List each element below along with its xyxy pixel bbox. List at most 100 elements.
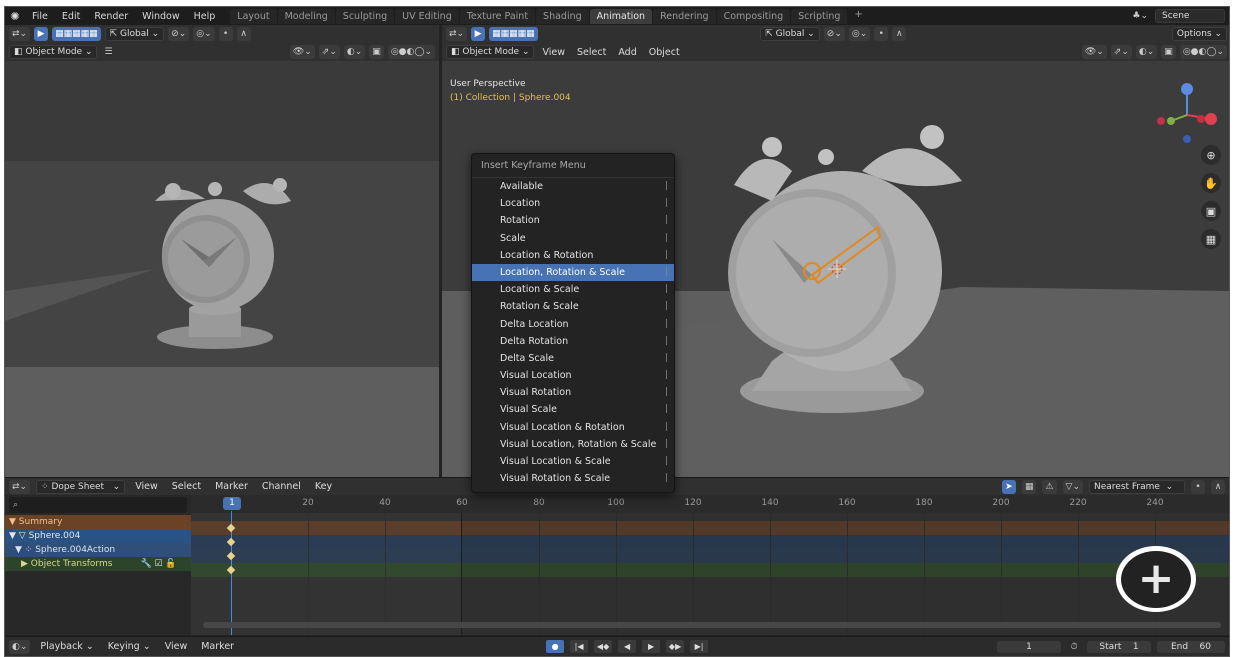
tab-layout[interactable]: Layout — [230, 8, 277, 24]
keyframe-menu-item[interactable]: Visual Location & Rotation | — [472, 419, 674, 436]
right-proportional-edit-icon[interactable]: • — [874, 27, 889, 41]
falloff-icon[interactable]: ∧ — [236, 27, 251, 41]
tab-uv-editing[interactable]: UV Editing — [395, 8, 459, 24]
menu-file[interactable]: File — [25, 11, 55, 22]
tab-shading[interactable]: Shading — [536, 8, 589, 24]
snap-mode-dropdown[interactable]: Nearest Frame ⌄ — [1089, 479, 1185, 494]
keyframe-menu-item[interactable]: Rotation & Scale | — [472, 298, 674, 315]
menu-render[interactable]: Render — [87, 11, 135, 22]
keyframe-menu-item[interactable]: Delta Scale | — [472, 350, 674, 367]
ds-menu-channel[interactable]: Channel — [258, 481, 305, 492]
gizmo-icon[interactable]: ⇗⌄ — [318, 45, 340, 59]
channel-summary[interactable]: ▼ Summary — [5, 515, 191, 529]
ds-menu-select[interactable]: Select — [168, 481, 205, 492]
keyframe-menu-item[interactable]: Visual Location, Rotation & Scale | — [472, 436, 674, 453]
camera-icon[interactable]: ▣ — [1201, 201, 1221, 221]
keyframe-menu-item[interactable]: Rotation | — [472, 212, 674, 229]
next-keyframe-button[interactable]: ◆▶ — [666, 640, 685, 653]
cursor-tool-icon[interactable]: ▶ — [34, 27, 49, 41]
navigation-gizmo-icon[interactable] — [1153, 81, 1223, 151]
zoom-icon[interactable]: ⊕ — [1201, 145, 1221, 165]
overlay-icon[interactable]: ◐⌄ — [343, 45, 366, 59]
jump-start-button[interactable]: |◀ — [570, 640, 589, 653]
right-pivot-icon[interactable]: ⊘⌄ — [823, 27, 845, 41]
tab-rendering[interactable]: Rendering — [653, 8, 716, 24]
menu-edit[interactable]: Edit — [55, 11, 87, 22]
horizontal-scrollbar[interactable] — [203, 622, 1221, 628]
menu-object[interactable]: Object — [645, 47, 684, 58]
errors-icon[interactable]: ⚠ — [1042, 479, 1057, 494]
editor-type-icon[interactable]: ⇄⌄ — [9, 479, 31, 494]
filter-icon[interactable]: ▽⌄ — [1062, 479, 1083, 494]
prev-keyframe-button[interactable]: ◀◆ — [594, 640, 613, 653]
left-3d-viewport[interactable] — [5, 61, 439, 477]
right-falloff-icon[interactable]: ∧ — [892, 27, 907, 41]
footer-menu-playback[interactable]: Playback ⌄ — [36, 641, 97, 652]
keyframe-menu-item[interactable]: Visual Rotation | — [472, 384, 674, 401]
menu-add[interactable]: Add — [614, 47, 640, 58]
record-button[interactable]: ● — [546, 640, 565, 653]
tab-scripting[interactable]: Scripting — [791, 8, 848, 24]
tab-compositing[interactable]: Compositing — [716, 8, 791, 24]
shading-modes-icon[interactable]: ◎●◐◯⌄ — [387, 45, 435, 59]
ds-menu-key[interactable]: Key — [311, 481, 336, 492]
jump-end-button[interactable]: ▶| — [690, 640, 709, 653]
frame-ruler[interactable]: 20 40 60 80 100 120 140 160 180 200 220 … — [191, 495, 1229, 513]
dope-sheet-timeline[interactable]: 20 40 60 80 100 120 140 160 180 200 220 … — [191, 495, 1229, 635]
play-button[interactable]: ▶ — [642, 640, 661, 653]
scene-icon[interactable]: ♣⌄ — [1129, 9, 1151, 23]
ds-falloff-icon[interactable]: ∧ — [1211, 479, 1225, 494]
ds-proportional-icon[interactable]: • — [1191, 479, 1205, 494]
channel-object[interactable]: ▼ ▽ Sphere.004 — [5, 529, 191, 543]
proportional-edit-icon[interactable]: • — [218, 27, 233, 41]
keyframe-menu-item[interactable]: Visual Location & Scale | — [472, 453, 674, 470]
menu-select[interactable]: Select — [573, 47, 610, 58]
right-visibility-icon[interactable]: 👁⌄ — [1081, 45, 1107, 59]
footer-menu-keying[interactable]: Keying ⌄ — [104, 641, 155, 652]
snap-icon[interactable]: ◎⌄ — [193, 27, 215, 41]
right-xray-icon[interactable]: ▣ — [1161, 45, 1176, 59]
selection-mode-icons[interactable]: ▦▦▦▦▦ — [52, 27, 101, 41]
collapse-arrow-icon[interactable]: ▶ — [21, 559, 31, 569]
right-select-tool-icon[interactable]: ⇄⌄ — [446, 27, 468, 41]
add-overlay-button[interactable]: + — [1116, 546, 1196, 612]
end-frame-field[interactable]: End 60 — [1157, 640, 1225, 653]
left-mode-dropdown[interactable]: ◧ Object Mode ⌄ — [9, 45, 98, 59]
pivot-icon[interactable]: ⊘⌄ — [168, 27, 190, 41]
hamburger-menu-icon[interactable]: ☰ — [101, 45, 115, 59]
right-overlay-icon[interactable]: ◐⌄ — [1135, 45, 1158, 59]
start-frame-field[interactable]: Start 1 — [1087, 640, 1151, 653]
right-shading-modes-icon[interactable]: ◎●◐◯⌄ — [1179, 45, 1227, 59]
channel-group[interactable]: ▶ Object Transforms 🔧 ☑ 🔓 — [5, 557, 191, 571]
keyframe-menu-item[interactable]: Delta Rotation | — [472, 333, 674, 350]
stopwatch-icon[interactable]: ⏱ — [1067, 640, 1081, 654]
tab-modeling[interactable]: Modeling — [277, 8, 335, 24]
right-mode-dropdown[interactable]: ◧ Object Mode ⌄ — [446, 45, 535, 59]
keyframe-menu-item[interactable]: Scale | — [472, 230, 674, 247]
transform-orientation-dropdown[interactable]: ⇱ Global ⌄ — [104, 27, 165, 41]
hidden-icon[interactable]: ▦ — [1021, 479, 1037, 494]
play-reverse-button[interactable]: ◀ — [618, 640, 637, 653]
channel-toggle-icons[interactable]: 🔧 ☑ 🔓 — [140, 559, 176, 569]
footer-editor-icon[interactable]: ◐⌄ — [9, 639, 31, 654]
menu-view[interactable]: View — [538, 47, 569, 58]
menu-window[interactable]: Window — [135, 11, 186, 22]
footer-menu-marker[interactable]: Marker — [197, 641, 238, 652]
keyframe-menu-item[interactable]: Delta Location | — [472, 316, 674, 333]
right-selection-mode-icons[interactable]: ▦▦▦▦▦ — [489, 27, 538, 41]
options-dropdown[interactable]: Options ⌄ — [1171, 27, 1227, 41]
keyframe-menu-item[interactable]: Visual Scale | — [472, 401, 674, 418]
right-cursor-tool-icon[interactable]: ▶ — [471, 27, 486, 41]
channel-action[interactable]: ▼ ⁘ Sphere.004Action — [5, 543, 191, 557]
footer-menu-view[interactable]: View — [161, 641, 192, 652]
xray-icon[interactable]: ▣ — [369, 45, 384, 59]
keyframe-menu-item-selected[interactable]: Location, Rotation & Scale | — [472, 263, 674, 282]
keyframe-menu-item[interactable]: Location & Scale | — [472, 281, 674, 298]
dope-sheet-mode-dropdown[interactable]: ⁘ Dope Sheet ⌄ — [36, 479, 126, 494]
tab-sculpting[interactable]: Sculpting — [335, 8, 395, 24]
ds-menu-view[interactable]: View — [131, 481, 162, 492]
keyframe-menu-item[interactable]: Location & Rotation | — [472, 247, 674, 264]
menu-help[interactable]: Help — [187, 11, 223, 22]
ds-menu-marker[interactable]: Marker — [211, 481, 252, 492]
expand-arrow-icon[interactable]: ▼ — [9, 517, 19, 527]
